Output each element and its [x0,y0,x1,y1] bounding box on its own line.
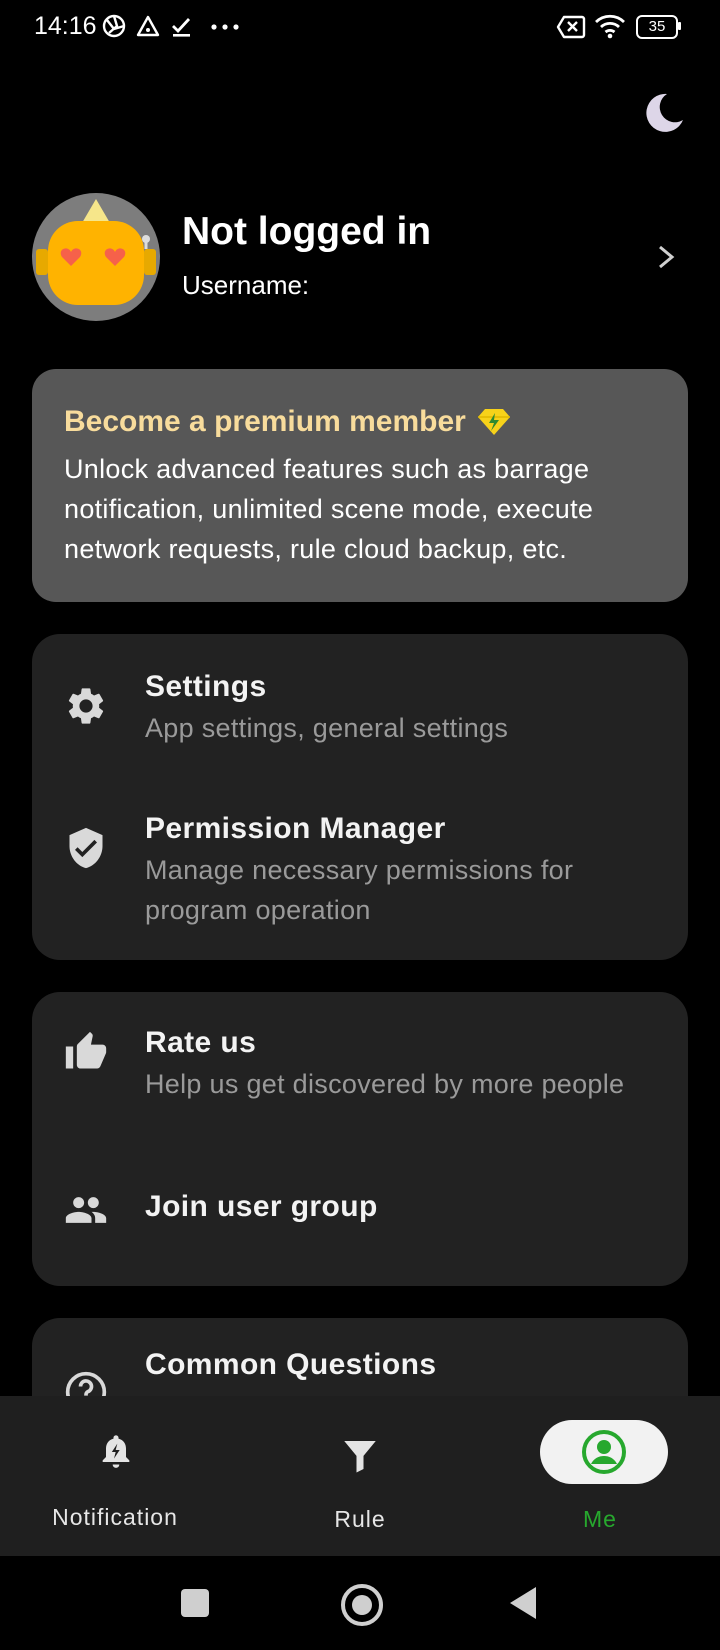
shield-check-icon [69,827,103,869]
group-icon [65,1197,107,1223]
home-button[interactable] [341,1584,383,1626]
settings-subtitle: App settings, general settings [145,713,509,743]
profile-name: Not logged in [182,210,432,253]
premium-title-row: Become a premium member [64,405,656,439]
join-user-group-title: Join user group [145,1190,378,1223]
avatar[interactable] [32,193,160,321]
diamond-icon [477,409,510,435]
moon-icon[interactable] [640,90,686,136]
nav-me-active-indicator[interactable] [540,1420,668,1484]
menu-card-settings: Settings App settings, general settings … [32,634,688,960]
recent-apps-button[interactable] [181,1589,209,1617]
checklist-icon [172,18,191,37]
common-questions-title: Common Questions [145,1348,437,1381]
gear-icon [68,688,104,724]
nav-rule-label: Rule [334,1506,386,1532]
account-circle-icon [582,1430,626,1474]
menu-card-community: Rate us Help us get discovered by more p… [32,992,688,1286]
rate-us-subtitle: Help us get discovered by more people [145,1069,625,1099]
rate-us-item[interactable]: Rate us Help us get discovered by more p… [32,992,688,1168]
battery-level: 35 [648,18,666,35]
warning-triangle-icon [136,15,160,37]
settings-item[interactable]: Settings App settings, general settings [32,634,688,774]
no-sim-icon [556,15,586,39]
battery-indicator: 35 [636,15,681,39]
nav-notification-label: Notification [52,1504,178,1530]
profile-username: Username: [182,270,310,300]
settings-title: Settings [145,670,267,703]
premium-description: Unlock advanced features such as barrage… [64,454,594,564]
aperture-icon [102,14,126,38]
rate-us-title: Rate us [145,1026,257,1059]
status-bar: 14:16 35 [0,0,720,56]
wifi-icon [595,14,625,39]
permission-manager-subtitle: Manage necessary permissions for program… [145,855,574,925]
premium-banner[interactable]: Become a premium member Unlock advanced … [32,369,688,602]
robot-avatar-icon [36,199,156,305]
more-icon [211,24,239,30]
nav-rule[interactable]: Rule [240,1396,480,1556]
permission-manager-item[interactable]: Permission Manager Manage necessary perm… [32,776,688,960]
nav-me-label: Me [583,1506,617,1532]
system-navigation-bar [0,1556,720,1650]
filter-icon [344,1441,376,1473]
premium-title: Become a premium member [64,405,466,438]
nav-notification[interactable]: Notification [0,1396,240,1556]
thumb-up-icon [65,1031,107,1069]
chevron-right-icon[interactable] [654,244,678,270]
permission-manager-title: Permission Manager [145,812,446,845]
status-time: 14:16 [34,12,97,40]
join-user-group-item[interactable]: Join user group [32,1168,688,1286]
bell-bolt-icon [102,1435,130,1468]
back-button[interactable] [508,1586,538,1620]
